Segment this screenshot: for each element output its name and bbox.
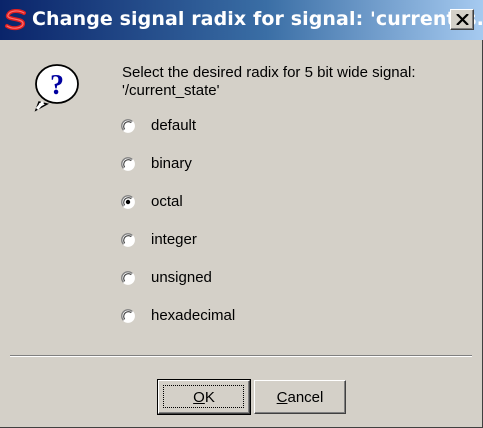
svg-text:?: ?	[50, 70, 64, 101]
ok-label: OK	[159, 389, 249, 406]
radio-button[interactable]	[121, 233, 135, 247]
radio-button[interactable]	[121, 195, 135, 209]
radio-option-default[interactable]: default	[121, 115, 381, 139]
radio-selected-dot	[125, 199, 131, 205]
radio-label: hexadecimal	[151, 307, 236, 324]
app-logo-icon	[5, 9, 26, 31]
window-title: Change signal radix for signal: 'current…	[32, 8, 483, 30]
radio-label: binary	[151, 155, 192, 172]
message-text: Select the desired radix for 5 bit wide …	[122, 64, 472, 100]
close-button[interactable]	[450, 9, 474, 30]
signal-name: '/current_state'	[122, 82, 220, 99]
cancel-button[interactable]: Cancel	[254, 380, 346, 414]
radio-label: default	[151, 117, 197, 134]
radio-button[interactable]	[121, 271, 135, 285]
radio-option-integer[interactable]: integer	[121, 229, 381, 253]
message-line: Select the desired radix for 5 bit wide …	[122, 64, 416, 81]
radix-dialog: Change signal radix for signal: 'current…	[0, 0, 483, 428]
radio-option-hexadecimal[interactable]: hexadecimal	[121, 305, 381, 329]
ok-mnemonic: O	[193, 389, 205, 406]
radio-button[interactable]	[121, 157, 135, 171]
radio-option-binary[interactable]: binary	[121, 153, 381, 177]
radio-option-octal[interactable]: octal	[121, 191, 381, 215]
radio-option-unsigned[interactable]: unsigned	[121, 267, 381, 291]
cancel-mnemonic: C	[276, 389, 288, 406]
cancel-label-rest: ancel	[287, 389, 324, 406]
ok-label-rest: K	[204, 389, 215, 406]
question-icon: ?	[34, 64, 79, 112]
ok-button[interactable]: OK	[157, 379, 251, 415]
radio-label: integer	[151, 231, 197, 248]
radio-button[interactable]	[121, 309, 135, 323]
separator	[10, 355, 472, 357]
radio-label: octal	[151, 193, 183, 210]
radio-button[interactable]	[121, 119, 135, 133]
cancel-label: Cancel	[255, 389, 345, 406]
close-icon	[456, 14, 469, 25]
radio-label: unsigned	[151, 269, 212, 286]
title-bar[interactable]: Change signal radix for signal: 'current…	[0, 0, 483, 40]
